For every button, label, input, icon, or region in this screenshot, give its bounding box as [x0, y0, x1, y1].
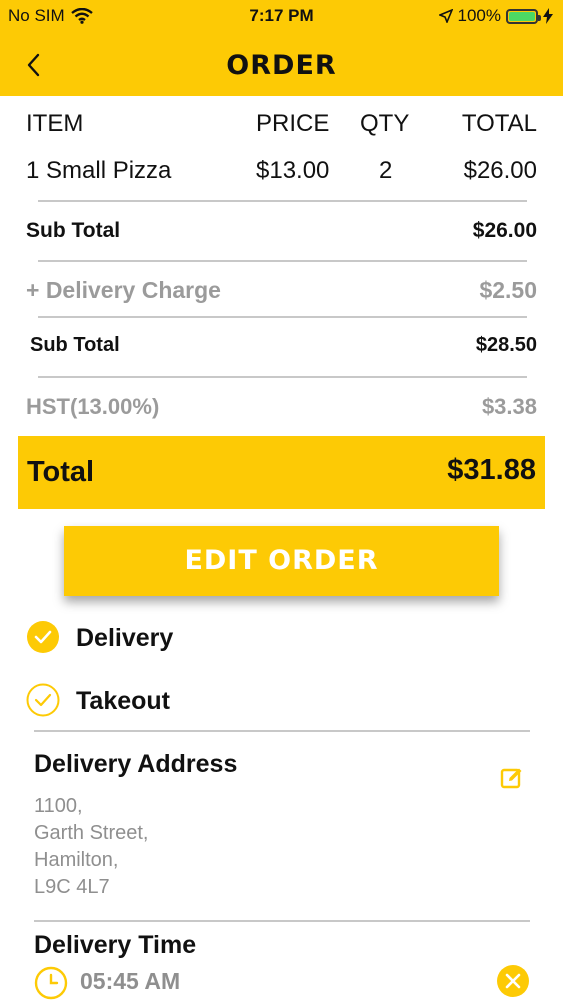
header-price: PRICE [256, 110, 330, 137]
subtotal-label: Sub Total [26, 219, 121, 242]
header-item: ITEM [26, 110, 84, 137]
header-total: TOTAL [461, 110, 537, 137]
divider [38, 376, 527, 378]
page-title: ORDER [226, 50, 337, 81]
row-item: 1 Small Pizza [26, 157, 172, 184]
delivery-charge-label: + Delivery Charge [26, 277, 221, 303]
delivery-address-title: Delivery Address [34, 750, 238, 778]
address-line: Hamilton, [34, 849, 119, 871]
status-bar: No SIM 7:17 PM 100% [0, 0, 563, 32]
delivery-option-label: Delivery [76, 624, 174, 652]
subtotal2-row: Sub Total $28.50 [0, 334, 563, 360]
checkmark-circle-outline-icon [26, 683, 60, 717]
close-circle-icon[interactable] [496, 964, 530, 998]
battery-percent: 100% [457, 6, 501, 25]
tax-row: HST(13.00%) $3.38 [0, 394, 563, 422]
subtotal-value: $26.00 [472, 219, 537, 242]
delivery-option[interactable]: Delivery [26, 620, 426, 660]
delivery-time-value[interactable]: 05:45 AM [80, 968, 180, 995]
divider [38, 316, 527, 318]
divider [38, 260, 527, 262]
total-bar: Total $31.88 [18, 436, 545, 509]
checkmark-circle-filled-icon [27, 621, 59, 653]
edit-order-label: EDIT ORDER [184, 545, 379, 576]
edit-order-button[interactable]: EDIT ORDER [64, 526, 499, 596]
location-arrow-icon [438, 9, 453, 23]
header-qty: QTY [360, 110, 410, 137]
subtotal2-label: Sub Total [30, 334, 120, 356]
row-total: $26.00 [463, 157, 537, 184]
total-label: Total [27, 456, 95, 488]
divider [38, 200, 527, 202]
battery-icon [506, 8, 541, 24]
table-row: 1 Small Pizza $13.00 2 $26.00 [0, 157, 563, 189]
takeout-option-label: Takeout [76, 687, 170, 715]
table-header: ITEM PRICE QTY TOTAL [0, 110, 563, 142]
address-line: Garth Street, [34, 822, 149, 844]
delivery-charge-value: $2.50 [479, 277, 537, 303]
delivery-charge-row: + Delivery Charge $2.50 [0, 277, 563, 307]
subtotal-row: Sub Total $26.00 [0, 219, 563, 247]
tax-value: $3.38 [481, 394, 537, 419]
clock-icon [34, 966, 68, 1000]
tax-label: HST(13.00%) [26, 394, 160, 419]
status-right: 100% [438, 6, 553, 26]
address-line: L9C 4L7 [34, 876, 110, 898]
charging-bolt-icon [543, 8, 553, 24]
row-price: $13.00 [256, 157, 330, 184]
total-value: $31.88 [447, 454, 536, 486]
divider [34, 730, 530, 732]
subtotal2-value: $28.50 [475, 334, 537, 356]
header-bar: No SIM 7:17 PM 100% ORDER [0, 0, 563, 96]
divider [34, 920, 530, 922]
row-qty: 2 [379, 157, 393, 184]
edit-icon[interactable] [500, 766, 524, 790]
delivery-time-title: Delivery Time [34, 931, 197, 959]
address-line: 1100, [34, 795, 83, 817]
takeout-option[interactable]: Takeout [26, 683, 426, 723]
nav-bar: ORDER [0, 36, 563, 96]
